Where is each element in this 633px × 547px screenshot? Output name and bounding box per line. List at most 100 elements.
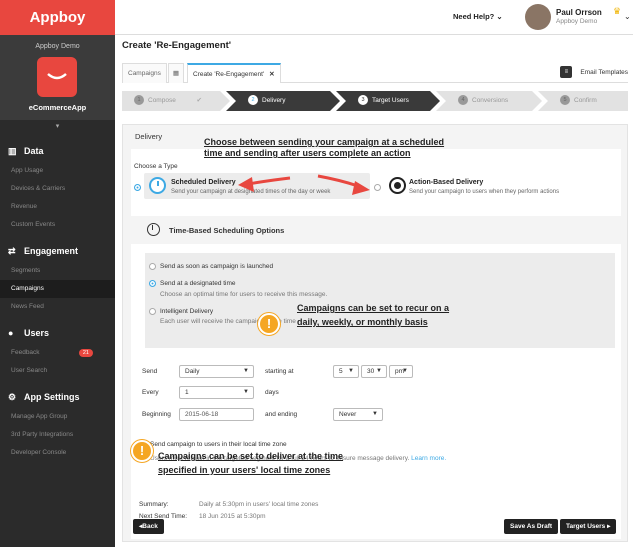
sidebar-item-user-search[interactable]: User Search — [0, 362, 115, 380]
nav-head-label: App Settings — [24, 392, 80, 402]
sidebar-item-custom-events[interactable]: Custom Events — [0, 216, 115, 234]
step-number: 2 — [248, 95, 258, 106]
every-interval-select[interactable]: 1 ▼ — [179, 386, 254, 399]
step-conversions[interactable]: 4 Conversions — [446, 91, 508, 111]
clock-icon — [149, 177, 166, 194]
need-help-menu[interactable]: Need Help? ⌄ — [453, 12, 503, 21]
chevron-down-icon[interactable]: ▾ — [0, 120, 115, 134]
appboy-logo[interactable]: Appboy — [0, 0, 115, 35]
nav-section-users: ● Users Feedback 21 User Search — [0, 322, 115, 380]
ampm-select[interactable]: pm ▼ — [389, 365, 413, 378]
beginning-date-input[interactable]: 2015-06-18 — [179, 408, 254, 421]
learn-more-link[interactable]: Learn more. — [411, 455, 446, 462]
send-frequency-select[interactable]: Daily ▼ — [179, 365, 254, 378]
nav-head-app-settings[interactable]: ⚙ App Settings — [0, 386, 115, 408]
target-users-button[interactable]: Target Users ▸ — [560, 519, 617, 534]
scheduled-delivery-sub: Send your campaign at designated times o… — [171, 189, 331, 195]
hour-select[interactable]: 5 ▼ — [333, 365, 359, 378]
sidebar-item-revenue[interactable]: Revenue — [0, 198, 115, 216]
step-label: Conversions — [472, 97, 509, 104]
user-icon: ● — [8, 328, 14, 338]
sidebar-item-news-feed[interactable]: News Feed — [0, 298, 115, 316]
step-compose[interactable]: 1 Compose ✔ — [122, 91, 222, 111]
sidebar-item-devices-carriers[interactable]: Devices & Carriers — [0, 180, 115, 198]
send-asap-label: Send as soon as campaign is launched — [160, 263, 274, 270]
ending-select[interactable]: Never ▼ — [333, 408, 383, 421]
back-label: Back — [142, 523, 158, 530]
step-confirm[interactable]: 5 Confirm — [548, 91, 597, 111]
tz-annotation-line1: Campaigns can be set to deliver at the t… — [158, 451, 344, 461]
sidebar-item-label: Feedback — [11, 349, 40, 356]
sidebar-item-integrations[interactable]: 3rd Party Integrations — [0, 426, 115, 444]
days-label: days — [265, 389, 279, 396]
send-asap-radio[interactable] — [149, 263, 156, 270]
designated-time-sub: Choose an optimal time for users to rece… — [160, 291, 328, 298]
scheduled-delivery-option[interactable] — [144, 173, 370, 199]
nav-head-users[interactable]: ● Users — [0, 322, 115, 344]
nav-section-engagement: ⇄ Engagement Segments Campaigns News Feed — [0, 240, 115, 316]
sidebar-item-segments[interactable]: Segments — [0, 262, 115, 280]
select-value: Never — [339, 411, 357, 418]
sidebar-item-campaigns[interactable]: Campaigns — [0, 280, 115, 298]
feedback-count-badge: 21 — [78, 349, 93, 357]
type-annotation-line1: Choose between sending your campaign at … — [204, 137, 445, 147]
local-timezone-label: Send campaign to users in their local ti… — [150, 441, 287, 448]
tab-campaigns[interactable]: Campaigns — [122, 63, 167, 83]
recur-annotation-line2: daily, weekly, or monthly basis — [297, 317, 428, 327]
nav-head-data[interactable]: ▥ Data — [0, 140, 115, 162]
step-number: 1 — [134, 95, 144, 106]
caret-down-icon: ▼ — [243, 368, 249, 374]
user-name[interactable]: Paul Orrson — [556, 8, 602, 17]
avatar[interactable] — [525, 4, 551, 30]
step-target-users[interactable]: 3 Target Users — [346, 91, 409, 111]
caret-down-icon: ▼ — [402, 368, 408, 374]
nav-head-label: Data — [24, 146, 44, 156]
check-icon: ✔ — [196, 97, 202, 104]
action-delivery-radio[interactable] — [374, 184, 381, 191]
scheduled-delivery-radio[interactable] — [134, 184, 141, 191]
close-icon[interactable]: ✕ — [269, 71, 274, 78]
step-delivery[interactable]: 2 Delivery — [236, 91, 285, 111]
intelligent-delivery-label: Intelligent Delivery — [160, 308, 214, 315]
app-icon — [37, 57, 77, 97]
target-users-label: Target Users — [566, 523, 606, 530]
tz-annotation-line2: specified in your users' local time zone… — [158, 465, 331, 475]
step-label: Delivery — [262, 97, 286, 104]
recur-annotation-line1: Campaigns can be set to recur on a — [297, 303, 450, 313]
chevron-down-icon: ⌄ — [496, 12, 503, 21]
calendar-icon[interactable]: ▦ — [168, 63, 184, 83]
intelligent-delivery-radio[interactable] — [149, 308, 156, 315]
swap-arrows-icon: ⇄ — [8, 245, 16, 256]
email-templates-button[interactable]: ≡ Email Templates — [560, 63, 628, 83]
select-value: 1 — [185, 389, 189, 396]
nav-section-data: ▥ Data App Usage Devices & Carriers Reven… — [0, 140, 115, 234]
every-label: Every — [142, 389, 159, 396]
select-value: Daily — [185, 368, 200, 375]
tab-label: Create 'Re-Engagement' — [193, 71, 265, 78]
sidebar-item-app-usage[interactable]: App Usage — [0, 162, 115, 180]
exclamation-icon: ! — [131, 440, 153, 462]
minute-select[interactable]: 30 ▼ — [361, 365, 387, 378]
page-title: Create 'Re-Engagement' — [122, 40, 232, 51]
step-label: Compose — [148, 97, 176, 104]
app-switcher[interactable]: Appboy Demo eCommerceApp — [0, 35, 115, 120]
nav-head-engagement[interactable]: ⇄ Engagement — [0, 240, 115, 262]
sidebar-item-developer-console[interactable]: Developer Console — [0, 444, 115, 462]
designated-time-label: Send at a designated time — [160, 280, 236, 287]
top-bar: Need Help? ⌄ Paul Orrson ♛ Appboy Demo ⌄ — [115, 0, 633, 35]
designated-time-radio[interactable] — [149, 280, 156, 287]
caret-down-icon: ▼ — [243, 389, 249, 395]
bar-chart-icon: ▥ — [8, 145, 17, 156]
sidebar-item-manage-app-group[interactable]: Manage App Group — [0, 408, 115, 426]
panel-title: Delivery — [135, 132, 163, 141]
type-annotation-line2: time and sending after users complete an… — [204, 148, 411, 158]
action-delivery-title: Action-Based Delivery — [409, 179, 484, 186]
sidebar-item-feedback[interactable]: Feedback 21 — [0, 344, 115, 362]
back-button[interactable]: ◂Back — [133, 519, 164, 534]
summary-value: Daily at 5:30pm in users' local time zon… — [199, 501, 319, 508]
step-number: 4 — [458, 95, 468, 106]
chevron-down-icon[interactable]: ⌄ — [624, 12, 631, 21]
need-help-label: Need Help? — [453, 12, 495, 21]
save-as-draft-button[interactable]: Save As Draft — [504, 519, 559, 534]
tab-create-re-engagement[interactable]: Create 'Re-Engagement' ✕ — [187, 63, 281, 83]
